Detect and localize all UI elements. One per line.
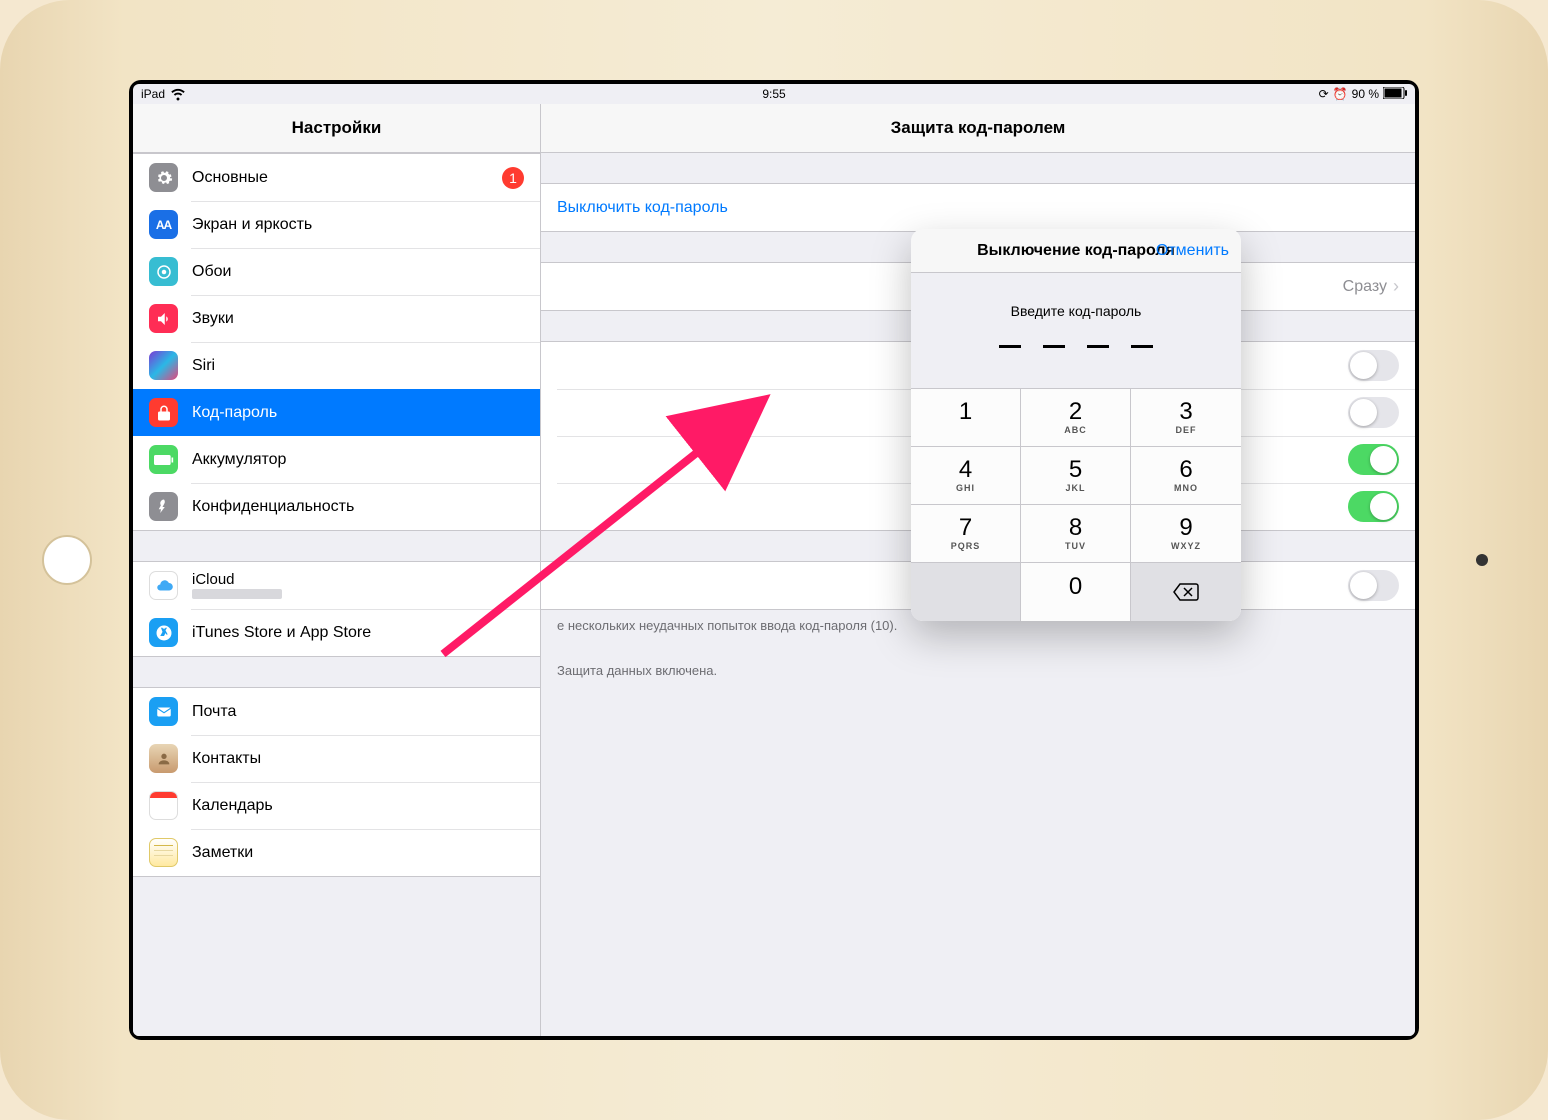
modal-header: Выключение код-пароля Отменить — [911, 229, 1241, 273]
screen: iPad 9:55 ⟳ ⏰ 90 % — [133, 84, 1415, 1036]
passcode-modal: Выключение код-пароля Отменить Введите к… — [911, 229, 1241, 621]
sidebar-title: Настройки — [133, 104, 540, 153]
contacts-icon — [149, 744, 178, 773]
key-5[interactable]: 5JKL — [1021, 447, 1131, 505]
screen-bezel: iPad 9:55 ⟳ ⏰ 90 % — [129, 80, 1419, 1040]
sidebar-item-label: Контакты — [192, 750, 524, 768]
passcode-digit-1 — [999, 345, 1021, 348]
toggle-1[interactable] — [1348, 350, 1399, 381]
lock-icon — [149, 398, 178, 427]
sidebar-item-sounds[interactable]: Звуки — [133, 295, 540, 342]
ipad-frame: iPad 9:55 ⟳ ⏰ 90 % — [0, 0, 1548, 1120]
sidebar-item-label: Календарь — [192, 797, 524, 815]
toggle-5[interactable] — [1348, 570, 1399, 601]
orientation-lock-icon: ⟳ — [1319, 87, 1329, 101]
wifi-icon — [169, 84, 187, 105]
key-1[interactable]: 1 — [911, 389, 1021, 447]
passcode-digit-3 — [1087, 345, 1109, 348]
key-6[interactable]: 6MNO — [1131, 447, 1241, 505]
battery-icon — [1383, 87, 1407, 102]
brightness-icon: AA — [149, 210, 178, 239]
passcode-digit-2 — [1043, 345, 1065, 348]
gear-icon — [149, 163, 178, 192]
sidebar-item-label: Экран и яркость — [192, 216, 524, 234]
require-passcode-value: Сразу — [1343, 278, 1387, 296]
key-2[interactable]: 2ABC — [1021, 389, 1131, 447]
sidebar-item-gear[interactable]: Основные1 — [133, 154, 540, 201]
key-0[interactable]: 0 — [1021, 563, 1131, 621]
footer-text-2: Защита данных включена. — [541, 655, 1415, 680]
numeric-keypad: 1 2ABC3DEF 4GHI5JKL6MNO 7PQRS8TUV9WXYZ0 — [911, 388, 1241, 621]
settings-sidebar: Настройки Основные1 AA Экран и яркость Обои… — [133, 104, 541, 1036]
sidebar-item-label: Siri — [192, 357, 524, 375]
battery-percent: 90 % — [1352, 87, 1379, 101]
sidebar-item-label: iCloud — [192, 572, 524, 587]
toggle-2[interactable] — [1348, 397, 1399, 428]
disable-passcode-row[interactable]: Выключить код-пароль — [541, 184, 1415, 231]
sidebar-item-label: Звуки — [192, 310, 524, 328]
appstore-icon — [149, 618, 178, 647]
sidebar-item-battery[interactable]: Аккумулятор — [133, 436, 540, 483]
disable-passcode-link[interactable]: Выключить код-пароль — [557, 199, 728, 217]
icloud-account-redacted — [192, 589, 282, 599]
content-pane: Защита код-паролем Выключить код-пароль … — [541, 104, 1415, 1036]
sidebar-item-wallpaper[interactable]: Обои — [133, 248, 540, 295]
content-title: Защита код-паролем — [541, 104, 1415, 153]
sidebar-item-mail[interactable]: Почта — [133, 688, 540, 735]
sidebar-item-label: Почта — [192, 703, 524, 721]
sidebar-item-appstore[interactable]: iTunes Store и App Store — [133, 609, 540, 656]
cancel-button[interactable]: Отменить — [1156, 242, 1229, 260]
sidebar-item-siri[interactable]: Siri — [133, 342, 540, 389]
clock: 9:55 — [762, 87, 785, 101]
passcode-dots — [911, 345, 1241, 348]
battery-icon — [149, 445, 178, 474]
sidebar-item-label: Основные — [192, 169, 502, 187]
key-9[interactable]: 9WXYZ — [1131, 505, 1241, 563]
sidebar-item-label: Аккумулятор — [192, 451, 524, 469]
siri-icon — [149, 351, 178, 380]
key-4[interactable]: 4GHI — [911, 447, 1021, 505]
toggle-4[interactable] — [1348, 491, 1399, 522]
calendar-icon: • — [149, 791, 178, 820]
sidebar-item-notes[interactable]: Заметки — [133, 829, 540, 876]
sidebar-item-brightness[interactable]: AA Экран и яркость — [133, 201, 540, 248]
badge: 1 — [502, 167, 524, 189]
wallpaper-icon — [149, 257, 178, 286]
sidebar-item-label: Заметки — [192, 844, 524, 862]
icloud-icon — [149, 571, 178, 600]
passcode-digit-4 — [1131, 345, 1153, 348]
status-bar: iPad 9:55 ⟳ ⏰ 90 % — [133, 84, 1415, 104]
key-blank — [911, 563, 1021, 621]
chevron-right-icon: › — [1393, 276, 1399, 297]
key-delete[interactable] — [1131, 563, 1241, 621]
sidebar-item-privacy[interactable]: Конфиденциальность — [133, 483, 540, 530]
sidebar-item-label: Конфиденциальность — [192, 498, 524, 516]
key-7[interactable]: 7PQRS — [911, 505, 1021, 563]
sidebar-item-calendar[interactable]: • Календарь — [133, 782, 540, 829]
key-8[interactable]: 8TUV — [1021, 505, 1131, 563]
key-3[interactable]: 3DEF — [1131, 389, 1241, 447]
sidebar-item-contacts[interactable]: Контакты — [133, 735, 540, 782]
sidebar-item-label: Обои — [192, 263, 524, 281]
alarm-icon: ⏰ — [1333, 87, 1348, 101]
front-camera — [1476, 554, 1488, 566]
modal-title: Выключение код-пароля — [977, 242, 1175, 260]
privacy-icon — [149, 492, 178, 521]
sidebar-item-label: iTunes Store и App Store — [192, 624, 524, 642]
notes-icon — [149, 838, 178, 867]
sidebar-item-icloud[interactable]: iCloud — [133, 562, 540, 609]
toggle-3[interactable] — [1348, 444, 1399, 475]
mail-icon — [149, 697, 178, 726]
home-button[interactable] — [42, 535, 92, 585]
device-label: iPad — [141, 87, 165, 101]
sidebar-item-label: Код-пароль — [192, 404, 524, 422]
sidebar-item-lock[interactable]: Код-пароль — [133, 389, 540, 436]
sounds-icon — [149, 304, 178, 333]
modal-prompt: Введите код-пароль — [911, 303, 1241, 319]
